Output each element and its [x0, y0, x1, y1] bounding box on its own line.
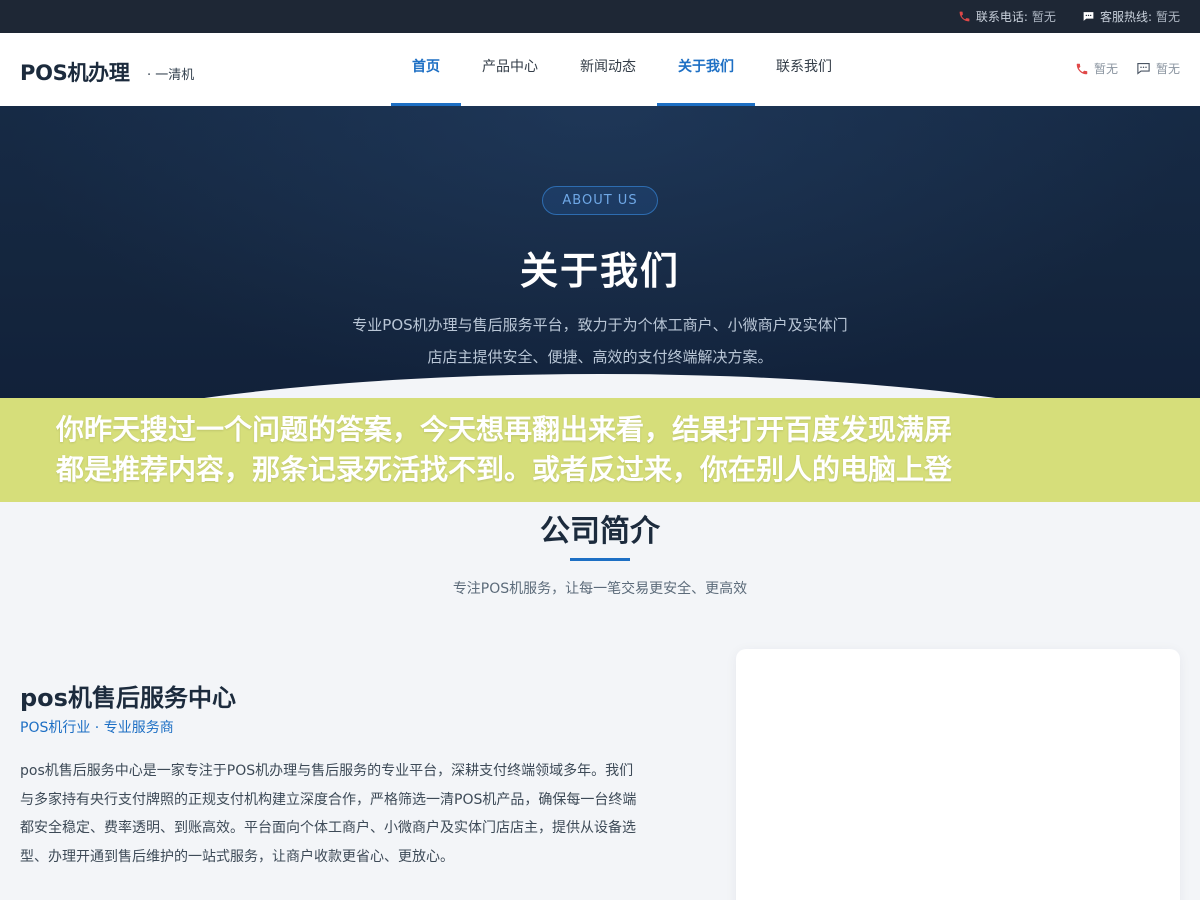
nav-contact[interactable]: 联系我们 [755, 33, 853, 106]
company-name: pos机售后服务中心 [20, 684, 236, 712]
phone-icon [959, 11, 970, 22]
section-title-underline [570, 558, 630, 561]
header-phone[interactable]: 暂无 [1075, 60, 1118, 77]
description-line: pos机售后服务中心是一家专注于POS机办理与售后服务的专业平台，深耕支付终端领… [20, 763, 634, 779]
header-contact: 暂无 暂无 [1057, 60, 1180, 77]
nav-home[interactable]: 首页 [391, 33, 461, 106]
header-phone-value: 暂无 [1093, 62, 1118, 76]
overlay-line: 你昨天搜过一个问题的答案，今天想再翻出来看，结果打开百度发现满屏 [56, 413, 953, 446]
nav-news[interactable]: 新闻动态 [559, 33, 657, 106]
topbar-phone: 联系电话: 暂无 [958, 8, 1056, 25]
chat-icon [1083, 12, 1094, 21]
topbar-hotline-value: 暂无 [1155, 10, 1180, 24]
topbar-phone-label: 联系电话: [975, 10, 1028, 24]
overlay-line: 都是推荐内容，那条记录死活找不到。或者反过来，你在别人的电脑上登 [56, 453, 953, 486]
site-logo[interactable]: POS机办理 [20, 57, 130, 87]
company-description: pos机售后服务中心是一家专注于POS机办理与售后服务的专业平台，深耕支付终端领… [20, 757, 688, 871]
nav-products[interactable]: 产品中心 [461, 33, 559, 106]
description-line: 型、办理开通到售后维护的一站式服务，让商户收款更省心、更放心。 [20, 848, 454, 865]
site-logo-subtitle: · 一清机 [147, 68, 195, 83]
top-info-bar: 联系电话: 暂无 客服热线: 暂无 [0, 0, 1200, 33]
about-hero: ABOUT US 关于我们 专业POS机办理与售后服务平台，致力于为个体工商户、… [0, 106, 1200, 406]
hero-description: 专业POS机办理与售后服务平台，致力于为个体工商户、小微商户及实体门 店店主提供… [290, 309, 910, 373]
main-nav: 首页 产品中心 新闻动态 关于我们 联系我们 [391, 33, 853, 106]
hero-badge: ABOUT US [542, 186, 658, 215]
nav-about[interactable]: 关于我们 [657, 33, 755, 106]
overlay-text-banner: 你昨天搜过一个问题的答案，今天想再翻出来看，结果打开百度发现满屏 都是推荐内容，… [0, 398, 1200, 502]
description-line: 与多家持有央行支付牌照的正规支付机构建立深度合作，严格筛选一清POS机产品，确保… [20, 791, 637, 808]
topbar-hotline: 客服热线: 暂无 [1082, 8, 1180, 25]
header-chat[interactable]: 暂无 [1136, 60, 1180, 77]
topbar-hotline-label: 客服热线: [1099, 10, 1152, 24]
topbar-phone-value: 暂无 [1031, 10, 1056, 24]
company-tag: POS机行业 · 专业服务商 [20, 720, 174, 736]
chat-icon [1137, 62, 1150, 75]
hero-title: 关于我们 [519, 249, 680, 293]
section-subtitle: 专注POS机服务，让每一笔交易更安全、更高效 [452, 581, 748, 597]
header-chat-value: 暂无 [1155, 62, 1180, 76]
section-title: 公司简介 [540, 514, 660, 549]
side-image-card [736, 649, 1180, 900]
description-line: 都安全稳定、费率透明、到账高效。平台面向个体工商户、小微商户及实体门店店主，提供… [20, 820, 636, 836]
hero-desc-line: 店店主提供安全、便捷、高效的支付终端解决方案。 [427, 348, 773, 366]
hero-desc-line: 专业POS机办理与售后服务平台，致力于为个体工商户、小微商户及实体门 [352, 316, 848, 334]
site-header: POS机办理 · 一清机 首页 产品中心 新闻动态 关于我们 联系我们 暂无 暂… [0, 33, 1200, 106]
phone-icon [1076, 63, 1088, 74]
